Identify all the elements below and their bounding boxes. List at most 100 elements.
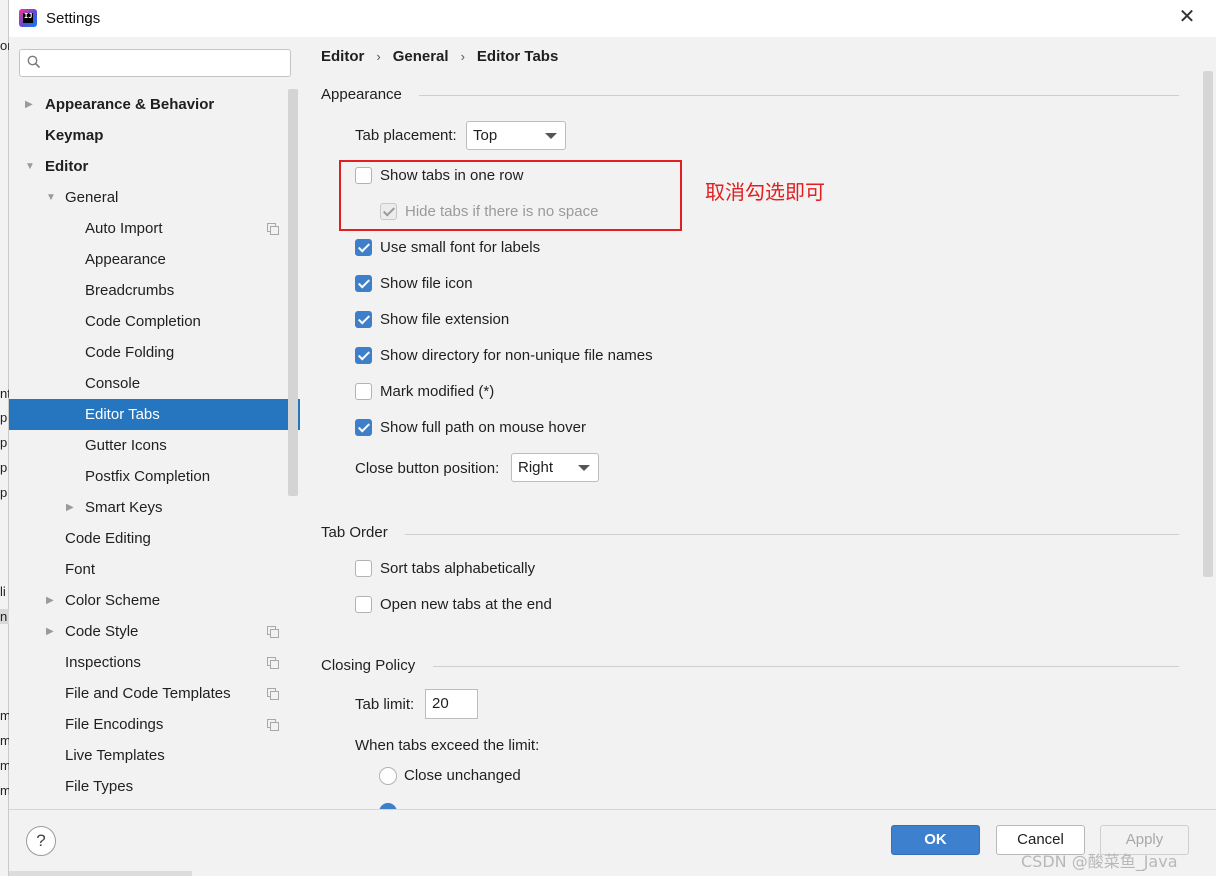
sidebar-item-auto-import[interactable]: Auto Import (9, 213, 287, 244)
sidebar-item-file-encodings[interactable]: File Encodings (9, 709, 287, 740)
help-button[interactable]: ? (26, 826, 56, 856)
section-divider (419, 95, 1179, 96)
checkbox-label: Show file extension (380, 311, 510, 328)
checkbox-unchecked[interactable] (355, 596, 372, 613)
radio-unselected[interactable] (379, 767, 397, 785)
chevron-right-icon[interactable]: ▶ (46, 616, 54, 647)
sidebar-item-label: Inspections (65, 654, 141, 671)
sidebar-item-code-style[interactable]: ▶ Code Style (9, 616, 287, 647)
checkbox-checked[interactable] (355, 311, 372, 328)
sidebar-item-breadcrumbs[interactable]: Breadcrumbs (9, 275, 287, 306)
content-scrollbar[interactable] (1203, 71, 1213, 577)
checkbox-unchecked[interactable] (355, 383, 372, 400)
sidebar-item-font[interactable]: Font (9, 554, 287, 585)
sidebar-item-console[interactable]: Console (9, 368, 287, 399)
breadcrumb-separator: › (376, 49, 381, 64)
sidebar-item-smart-keys[interactable]: ▶ Smart Keys (9, 492, 287, 523)
intellij-app-icon: IJ (19, 9, 37, 27)
sidebar-item-label: Color Scheme (65, 592, 161, 609)
appearance-section-title: Appearance (321, 86, 402, 103)
project-scope-icon (267, 626, 279, 638)
breadcrumb-general: General (392, 48, 449, 65)
sidebar-item-appearance[interactable]: Appearance (9, 244, 287, 275)
tab-placement-dropdown[interactable]: Top (466, 121, 566, 150)
sidebar-item-general[interactable]: ▼ General (9, 182, 287, 213)
background-text: p (0, 460, 8, 475)
search-icon (27, 55, 41, 69)
tab-order-section-title: Tab Order (321, 524, 388, 541)
background-text: m (0, 733, 9, 748)
background-text: m (0, 783, 9, 798)
sidebar-item-appearance-behavior[interactable]: ▶ Appearance & Behavior (9, 89, 287, 120)
sidebar-item-color-scheme[interactable]: ▶ Color Scheme (9, 585, 287, 616)
background-text: nt (0, 386, 9, 401)
chevron-down-icon[interactable]: ▼ (46, 182, 56, 213)
chevron-down-icon (545, 133, 557, 139)
radio-label: Close unchanged (404, 767, 521, 784)
title-bar: IJ Settings ✕ (9, 0, 1216, 37)
sidebar-item-editor[interactable]: ▼ Editor (9, 151, 287, 182)
annotation-highlight-box (339, 160, 682, 231)
sidebar-item-label: Appearance (85, 251, 166, 268)
sidebar-item-label: Console (85, 375, 141, 392)
breadcrumb-editor: Editor (321, 48, 365, 65)
sidebar-item-label: Code Editing (65, 530, 151, 547)
sidebar-item-label: Keymap (45, 127, 104, 144)
chevron-right-icon[interactable]: ▶ (66, 492, 74, 523)
background-text: p (0, 435, 8, 450)
tab-limit-input[interactable]: 20 (425, 689, 478, 719)
close-window-button[interactable]: ✕ (1176, 6, 1198, 28)
checkbox-checked[interactable] (355, 239, 372, 256)
checkbox-label: Use small font for labels (380, 239, 541, 256)
chevron-down-icon[interactable]: ▼ (25, 151, 35, 182)
chevron-right-icon[interactable]: ▶ (25, 89, 33, 120)
project-scope-icon (267, 657, 279, 669)
sidebar-scrollbar[interactable] (288, 89, 298, 496)
sidebar-item-label: Smart Keys (85, 499, 163, 516)
sidebar-item-file-types[interactable]: File Types (9, 771, 287, 802)
background-app-edge: or nt p p p p li n m m m m (0, 0, 9, 876)
settings-tree: ▶ Appearance & Behavior Keymap ▼ Editor ▼ Gene… (9, 89, 300, 802)
search-input[interactable] (50, 53, 280, 73)
section-divider (433, 666, 1179, 667)
sidebar-item-code-completion[interactable]: Code Completion (9, 306, 287, 337)
sidebar-item-label: Code Folding (85, 344, 175, 361)
checkbox-label: Show directory for non-unique file names (380, 347, 653, 364)
settings-search-box[interactable] (19, 49, 291, 77)
sidebar-item-live-templates[interactable]: Live Templates (9, 740, 287, 771)
settings-sidebar: ▶ Appearance & Behavior Keymap ▼ Editor ▼ Gene… (9, 37, 300, 809)
close-button-position-label: Close button position: (355, 460, 500, 477)
sidebar-item-label: Appearance & Behavior (45, 96, 215, 113)
sidebar-item-editor-tabs[interactable]: Editor Tabs (9, 399, 300, 430)
sidebar-item-file-and-code-templates[interactable]: File and Code Templates (9, 678, 287, 709)
tab-placement-label: Tab placement: (355, 127, 457, 144)
exceed-limit-label: When tabs exceed the limit: (355, 737, 540, 754)
checkbox-label: Show full path on mouse hover (380, 419, 586, 436)
background-text: m (0, 708, 9, 723)
editor-tabs-panel: Editor › General › Editor Tabs Appearance Ta… (300, 37, 1216, 809)
chevron-down-icon (578, 465, 590, 471)
sidebar-item-code-folding[interactable]: Code Folding (9, 337, 287, 368)
section-divider (405, 534, 1179, 535)
checkbox-label: Show file icon (380, 275, 473, 292)
sidebar-item-postfix-completion[interactable]: Postfix Completion (9, 461, 287, 492)
breadcrumb-editor-tabs: Editor Tabs (476, 48, 559, 65)
background-app-edge (9, 871, 192, 876)
chevron-right-icon[interactable]: ▶ (46, 585, 54, 616)
checkbox-checked[interactable] (355, 419, 372, 436)
sidebar-item-label: Breadcrumbs (85, 282, 175, 299)
checkbox-checked[interactable] (355, 275, 372, 292)
background-text: or (0, 38, 9, 53)
sidebar-item-label: Editor (45, 158, 89, 175)
annotation-note: 取消勾选即可 (705, 180, 825, 204)
close-button-position-dropdown[interactable]: Right (511, 453, 599, 482)
sidebar-item-label: Code Style (65, 623, 139, 640)
sidebar-item-label: File Encodings (65, 716, 164, 733)
sidebar-item-inspections[interactable]: Inspections (9, 647, 287, 678)
checkbox-unchecked[interactable] (355, 560, 372, 577)
sidebar-item-keymap[interactable]: Keymap (9, 120, 287, 151)
sidebar-item-code-editing[interactable]: Code Editing (9, 523, 287, 554)
ok-button[interactable]: OK (891, 825, 980, 855)
sidebar-item-gutter-icons[interactable]: Gutter Icons (9, 430, 287, 461)
checkbox-checked[interactable] (355, 347, 372, 364)
